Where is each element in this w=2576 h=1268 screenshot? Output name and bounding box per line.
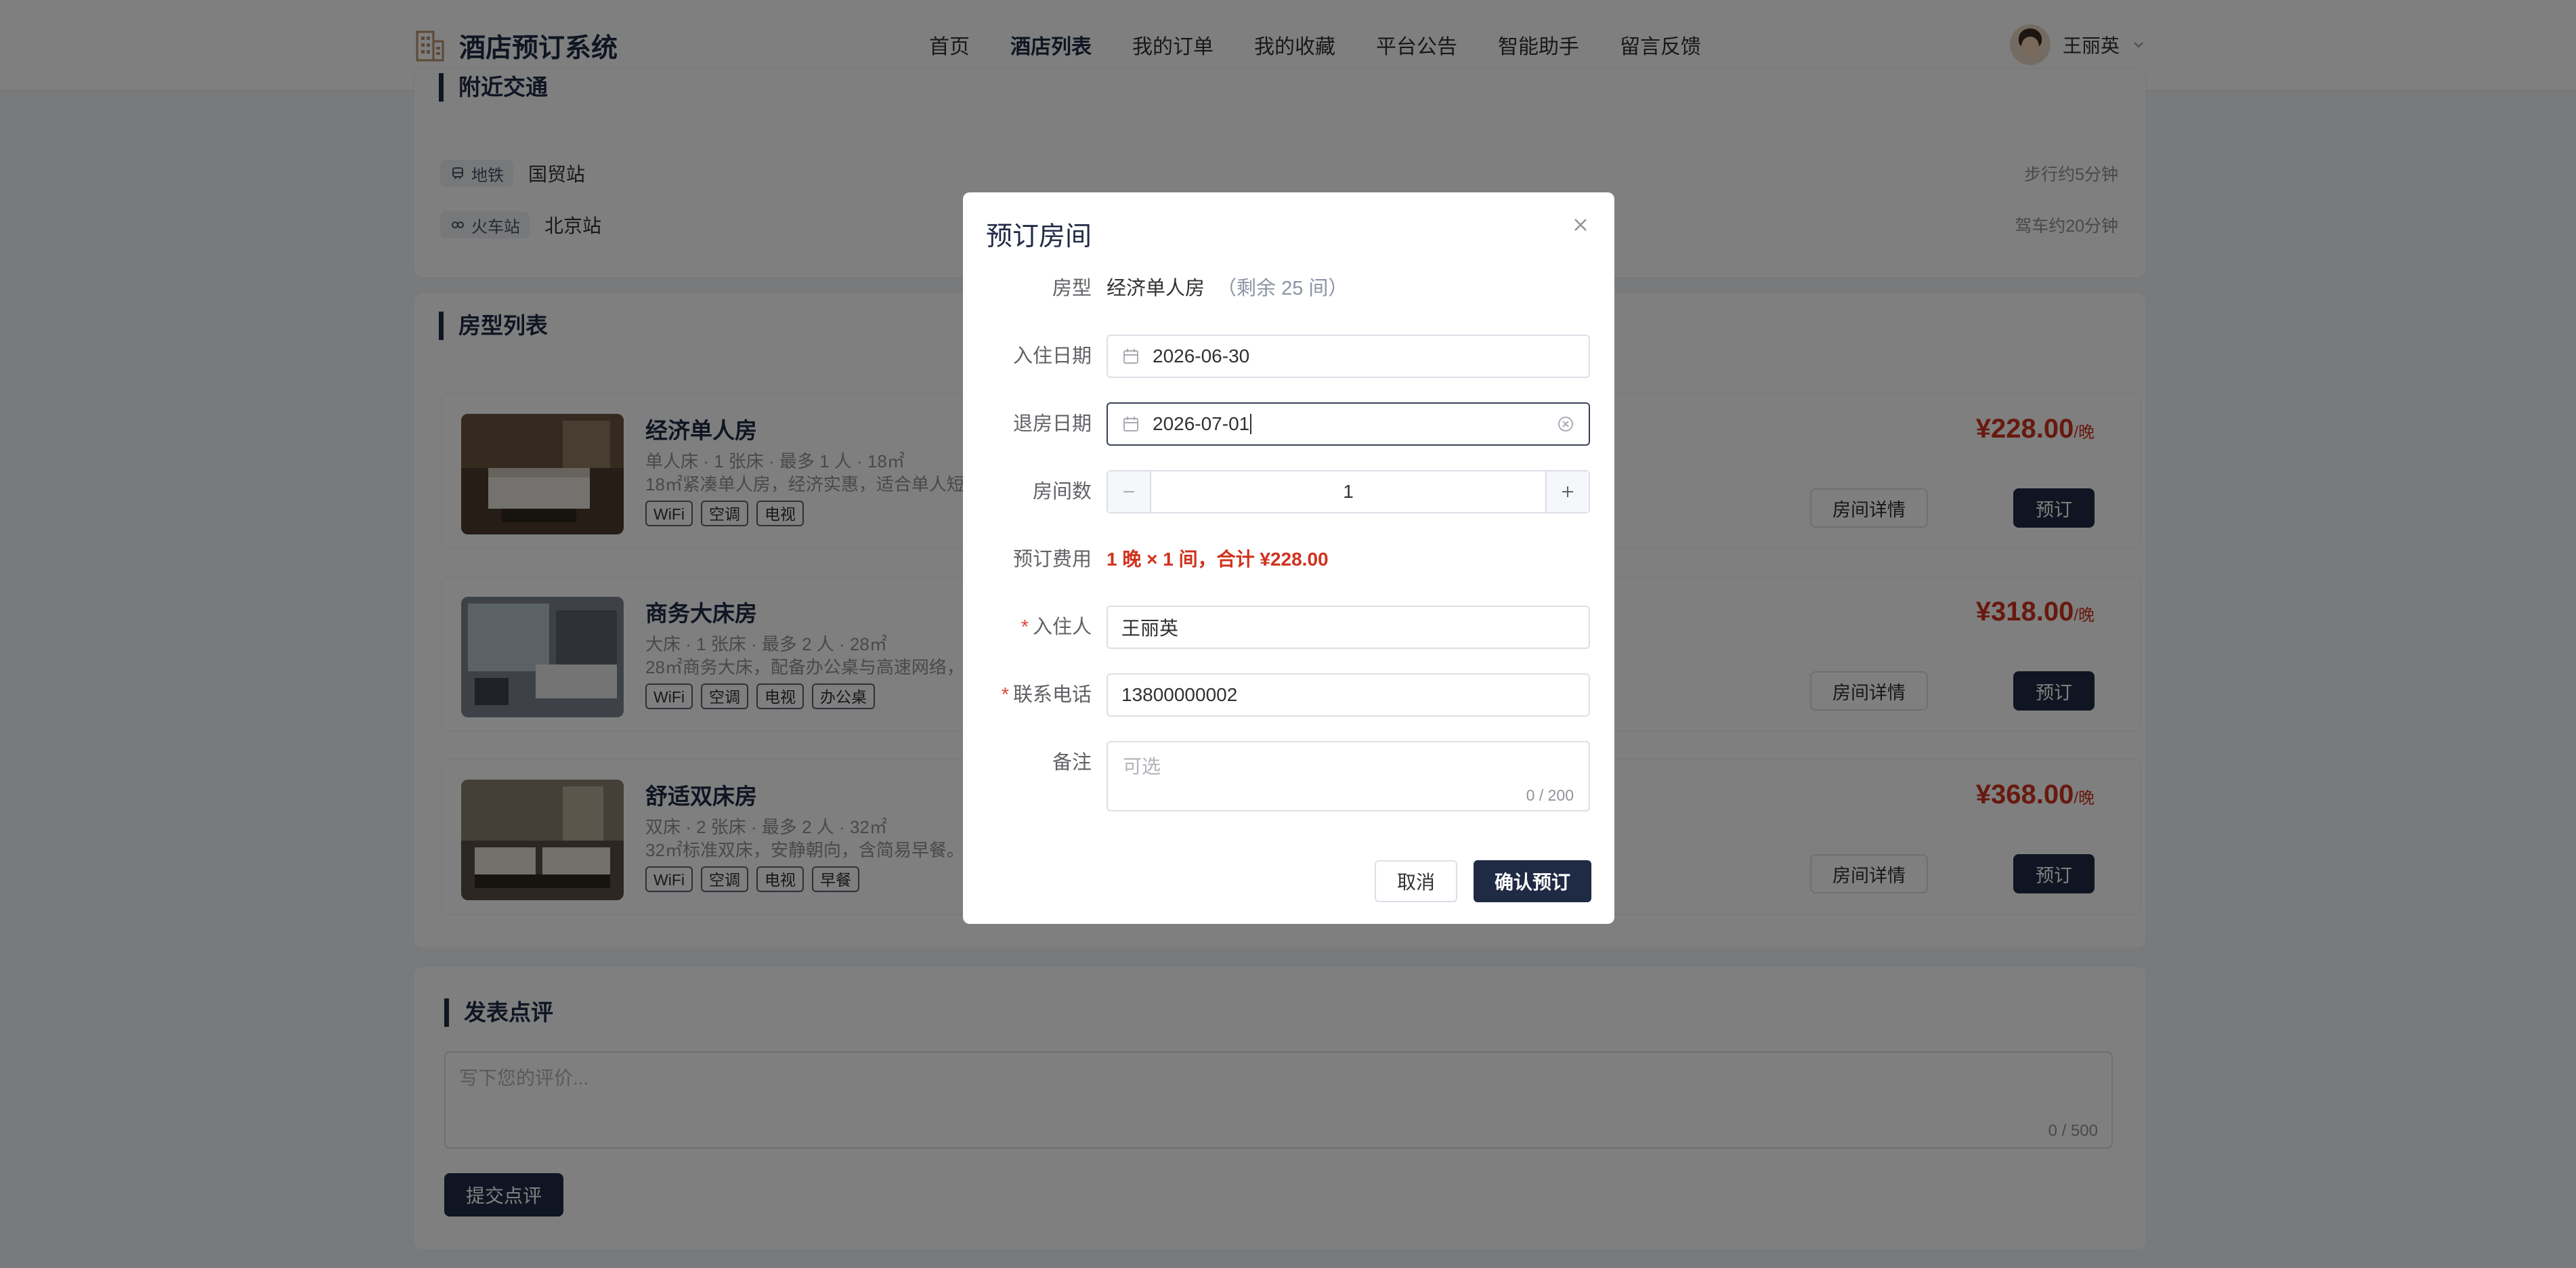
note-placeholder: 可选 — [1123, 756, 1161, 777]
room-type-row: 房型 经济单人房 （剩余 25 间） — [963, 267, 1614, 310]
cost-row: 预订费用 1 晚 × 1 间，合计 ¥228.00 — [963, 538, 1614, 581]
rooms-count-label: 房间数 — [1032, 481, 1092, 503]
phone-label-text: 联系电话 — [1012, 684, 1092, 706]
checkout-date-picker[interactable]: 2026-07-01 — [1107, 402, 1590, 446]
phone-label: * 联系电话 — [1002, 673, 1092, 717]
confirm-booking-button[interactable]: 确认预订 — [1474, 860, 1591, 902]
guest-row: * 入住人 王丽英 — [963, 606, 1614, 649]
guest-value: 王丽英 — [1121, 618, 1179, 639]
checkout-value: 2026-07-01 — [1153, 413, 1250, 434]
text-caret — [1250, 414, 1252, 434]
room-type-label: 房型 — [1052, 278, 1092, 299]
checkin-row: 入住日期 2026-06-30 — [963, 335, 1614, 378]
cost-label: 预订费用 — [1012, 549, 1092, 570]
checkin-label: 入住日期 — [1012, 345, 1092, 367]
note-label: 备注 — [1052, 752, 1092, 774]
rooms-count-input[interactable]: 1 — [1151, 471, 1545, 512]
modal-title: 预订房间 — [986, 222, 1092, 251]
checkin-date-picker[interactable]: 2026-06-30 — [1107, 335, 1590, 378]
rooms-count-row: 房间数 1 — [963, 470, 1614, 513]
required-mark: * — [1001, 684, 1009, 706]
phone-input[interactable]: 13800000002 — [1107, 673, 1590, 717]
plus-icon — [1562, 486, 1573, 497]
room-type-value: 经济单人房 （剩余 25 间） — [1107, 267, 1348, 310]
calendar-icon — [1123, 417, 1138, 431]
clear-icon[interactable] — [1556, 415, 1575, 434]
note-row: 备注 可选 0 / 200 — [963, 741, 1614, 811]
phone-row: * 联系电话 13800000002 — [963, 673, 1614, 717]
minus-icon — [1123, 491, 1134, 492]
guest-input[interactable]: 王丽英 — [1107, 606, 1590, 649]
calendar-icon — [1123, 349, 1138, 364]
required-mark: * — [1021, 616, 1029, 638]
note-char-count: 0 / 200 — [1526, 786, 1574, 804]
room-type-name: 经济单人房 — [1107, 278, 1205, 299]
checkin-value: 2026-06-30 — [1153, 345, 1250, 366]
decrement-button[interactable] — [1108, 471, 1151, 512]
guest-label: * 入住人 — [1021, 606, 1092, 649]
close-icon[interactable] — [1568, 213, 1593, 237]
checkout-row: 退房日期 2026-07-01 — [963, 402, 1614, 446]
phone-value: 13800000002 — [1121, 684, 1238, 705]
checkout-label: 退房日期 — [1012, 413, 1092, 435]
note-textarea[interactable]: 可选 0 / 200 — [1107, 741, 1590, 811]
cost-value: 1 晚 × 1 间，合计 ¥228.00 — [1107, 549, 1329, 570]
cancel-button[interactable]: 取消 — [1375, 860, 1457, 902]
rooms-count-stepper: 1 — [1107, 470, 1590, 513]
room-remaining: （剩余 25 间） — [1217, 278, 1348, 299]
guest-label-text: 入住人 — [1032, 616, 1092, 638]
increment-button[interactable] — [1545, 471, 1589, 512]
booking-modal: 预订房间 房型 经济单人房 （剩余 25 间） 入住日期 2026-06-30 退… — [963, 192, 1614, 924]
